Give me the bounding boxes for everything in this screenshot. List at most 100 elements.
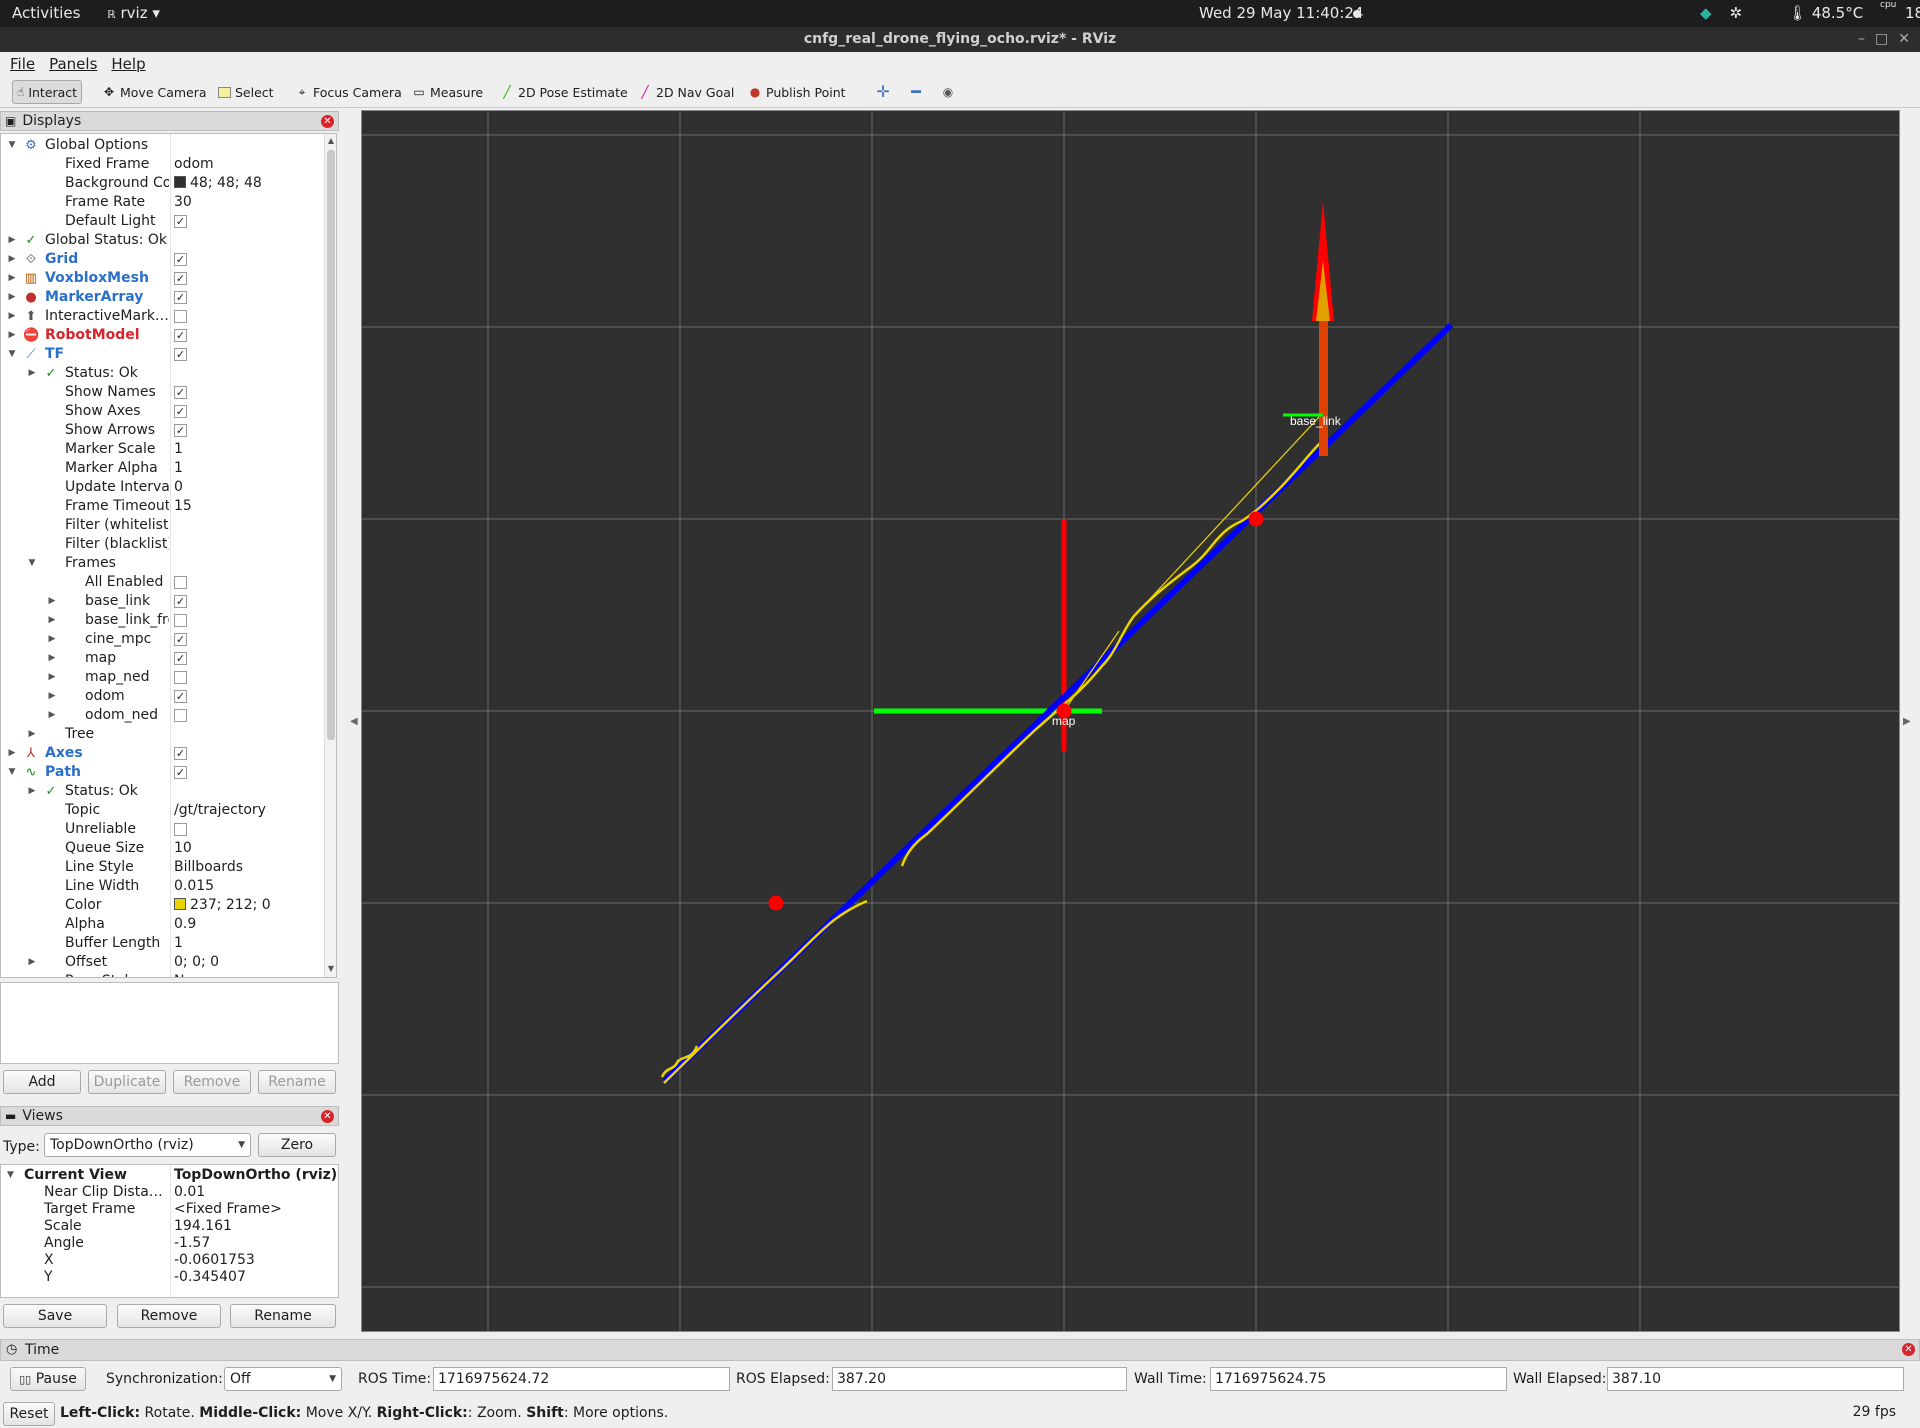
display-row[interactable]: All Enabled: [1, 573, 323, 592]
wall-elapsed-field[interactable]: 387.10: [1607, 1367, 1904, 1391]
clock[interactable]: Wed 29 May 11:40:24: [1199, 4, 1363, 22]
expand-closed-icon[interactable]: ▶: [27, 364, 37, 383]
expand-closed-icon[interactable]: ▶: [7, 288, 17, 307]
menu-panels[interactable]: Panels: [49, 52, 97, 76]
measure-tool[interactable]: ▭ Measure: [408, 80, 487, 104]
display-row[interactable]: ▼ Frames: [1, 554, 323, 573]
cpu-indicator[interactable]: cpu: [1880, 0, 1896, 10]
display-checkbox[interactable]: ✓: [174, 633, 187, 646]
move-camera-tool[interactable]: ✥ Move Camera: [98, 80, 211, 104]
displays-close-icon[interactable]: ✕: [321, 115, 334, 128]
display-row[interactable]: ▶ ⬆ InteractiveMark…: [1, 307, 323, 326]
nav-goal-tool[interactable]: ╱ 2D Nav Goal: [634, 80, 738, 104]
expand-closed-icon[interactable]: ▶: [47, 687, 57, 706]
view-property-value[interactable]: -0.345407: [174, 1269, 246, 1286]
expand-closed-icon[interactable]: ▶: [47, 611, 57, 630]
display-row[interactable]: ▶ map ✓: [1, 649, 323, 668]
display-checkbox[interactable]: ✓: [174, 291, 187, 304]
display-row[interactable]: Line Width 0.015: [1, 877, 323, 896]
zero-view-button[interactable]: Zero: [258, 1133, 336, 1157]
display-row[interactable]: ▶ ▥ VoxbloxMesh ✓: [1, 269, 323, 288]
ros-elapsed-field[interactable]: 387.20: [832, 1367, 1127, 1391]
display-row[interactable]: Default Light ✓: [1, 212, 323, 231]
expand-closed-icon[interactable]: ▶: [27, 953, 37, 972]
reset-button[interactable]: Reset: [3, 1402, 55, 1426]
view-property-value[interactable]: <Fixed Frame>: [174, 1201, 282, 1218]
expand-closed-icon[interactable]: ▶: [27, 782, 37, 801]
expand-closed-icon[interactable]: ▶: [47, 630, 57, 649]
display-row[interactable]: Filter (whitelist): [1, 516, 323, 535]
time-close-icon[interactable]: ✕: [1902, 1343, 1915, 1356]
display-checkbox[interactable]: ✓: [174, 766, 187, 779]
expand-closed-icon[interactable]: ▶: [7, 307, 17, 326]
expand-closed-icon[interactable]: ▶: [7, 231, 17, 250]
displays-scrollbar[interactable]: ▲ ▼: [324, 134, 336, 977]
add-display-button[interactable]: Add: [3, 1070, 81, 1094]
display-checkbox[interactable]: ✓: [174, 253, 187, 266]
display-checkbox[interactable]: [174, 614, 187, 627]
scroll-up-icon[interactable]: ▲: [325, 136, 336, 145]
display-row-value[interactable]: /gt/trajectory: [174, 801, 266, 820]
display-row-value[interactable]: 0; 0; 0: [174, 953, 219, 972]
display-checkbox[interactable]: [174, 576, 187, 589]
close-icon[interactable]: ✕: [1898, 27, 1910, 51]
display-row[interactable]: ▶ ● MarkerArray ✓: [1, 288, 323, 307]
display-checkbox[interactable]: ✓: [174, 405, 187, 418]
view-property-value[interactable]: 194.161: [174, 1218, 232, 1235]
expand-closed-icon[interactable]: ▶: [7, 326, 17, 345]
temperature-indicator[interactable]: 🌡 48.5°C: [1788, 4, 1863, 22]
expand-closed-icon[interactable]: ▶: [47, 592, 57, 611]
rename-display-button[interactable]: Rename: [258, 1070, 336, 1094]
display-checkbox[interactable]: [174, 709, 187, 722]
publish-point-tool[interactable]: ● Publish Point: [744, 80, 850, 104]
remove-display-button[interactable]: Remove: [173, 1070, 251, 1094]
view-type-select[interactable]: TopDownOrtho (rviz) ▼: [44, 1133, 251, 1157]
expand-closed-icon[interactable]: ▶: [7, 744, 17, 763]
pose-estimate-tool[interactable]: ╱ 2D Pose Estimate: [496, 80, 632, 104]
display-row[interactable]: Update Interval 0: [1, 478, 323, 497]
display-row[interactable]: ▼ ⟋ TF ✓: [1, 345, 323, 364]
display-row[interactable]: Filter (blacklist): [1, 535, 323, 554]
views-close-icon[interactable]: ✕: [321, 1110, 334, 1123]
display-checkbox[interactable]: [174, 671, 187, 684]
display-checkbox[interactable]: ✓: [174, 747, 187, 760]
display-row-value[interactable]: odom: [174, 155, 214, 174]
display-checkbox[interactable]: [174, 310, 187, 323]
system-tray[interactable]: ◆ ✲: [1700, 4, 1742, 22]
display-row[interactable]: Fixed Frame odom: [1, 155, 323, 174]
display-checkbox[interactable]: ✓: [174, 348, 187, 361]
collapse-left-icon[interactable]: ◀: [350, 716, 358, 727]
rename-view-button[interactable]: Rename: [230, 1304, 336, 1328]
display-checkbox[interactable]: [174, 823, 187, 836]
expand-open-icon[interactable]: ▼: [27, 554, 37, 573]
expand-closed-icon[interactable]: ▶: [27, 725, 37, 744]
display-row-value[interactable]: 0: [174, 478, 183, 497]
display-row[interactable]: Background Color 48; 48; 48: [1, 174, 323, 193]
expand-closed-icon[interactable]: ▶: [7, 250, 17, 269]
display-row-value[interactable]: 15: [174, 497, 192, 516]
display-row[interactable]: Show Arrows ✓: [1, 421, 323, 440]
add-tool-button[interactable]: ✛: [872, 80, 894, 104]
interact-tool[interactable]: ☝ Interact: [12, 80, 82, 104]
display-row[interactable]: ▶ base_link_frd: [1, 611, 323, 630]
duplicate-display-button[interactable]: Duplicate: [88, 1070, 166, 1094]
display-row[interactable]: ▶ ⟐ Grid ✓: [1, 250, 323, 269]
sync-select[interactable]: Off ▼: [224, 1367, 342, 1391]
display-checkbox[interactable]: ✓: [174, 215, 187, 228]
expand-closed-icon[interactable]: ▶: [47, 706, 57, 725]
display-row[interactable]: ▶ ✓ Status: Ok: [1, 782, 323, 801]
expand-open-icon[interactable]: ▼: [7, 763, 17, 782]
expand-closed-icon[interactable]: ▶: [47, 668, 57, 687]
view-property-value[interactable]: -1.57: [174, 1235, 210, 1252]
display-row[interactable]: ▶ ⛔ RobotModel ✓: [1, 326, 323, 345]
display-row[interactable]: Frame Timeout 15: [1, 497, 323, 516]
display-row[interactable]: Marker Scale 1: [1, 440, 323, 459]
display-row[interactable]: Frame Rate 30: [1, 193, 323, 212]
display-row-value[interactable]: 1: [174, 934, 183, 953]
view-property-value[interactable]: 0.01: [174, 1184, 205, 1201]
views-tree[interactable]: ▼ Current View TopDownOrtho (rviz) Near …: [0, 1164, 339, 1298]
settings-icon[interactable]: ✲: [1730, 4, 1743, 22]
wall-time-field[interactable]: 1716975624.75: [1210, 1367, 1507, 1391]
display-row[interactable]: Queue Size 10: [1, 839, 323, 858]
scroll-down-icon[interactable]: ▼: [325, 964, 336, 973]
